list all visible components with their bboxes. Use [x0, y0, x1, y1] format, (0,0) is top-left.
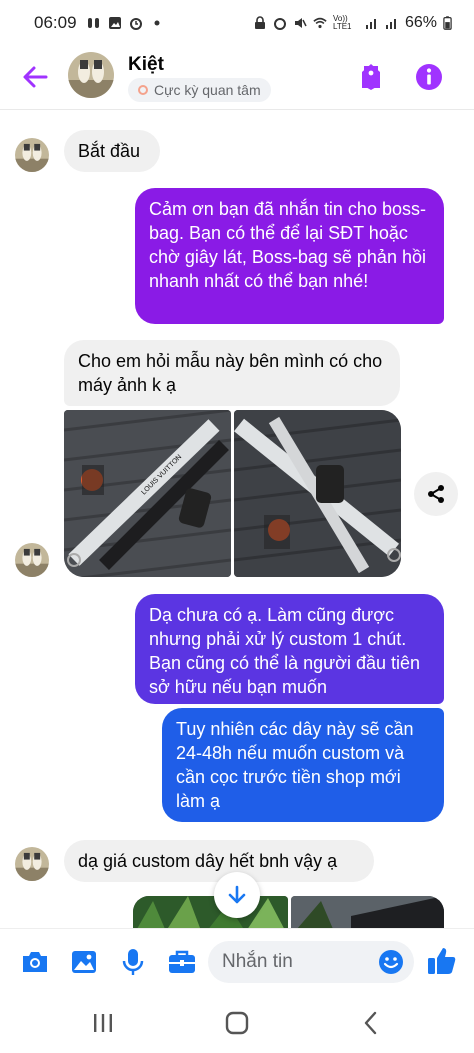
- lock-icon: [254, 16, 265, 29]
- network-label: Vo)) LTE1: [332, 14, 352, 31]
- emoji-icon[interactable]: [378, 949, 404, 975]
- dot-icon: [154, 20, 160, 26]
- message-outgoing[interactable]: Dạ chưa có ạ. Làm cũng được nhưng phải x…: [135, 594, 444, 704]
- attached-photo[interactable]: LOUIS VUITTON: [64, 410, 231, 577]
- status-time: 06:09: [34, 13, 77, 32]
- share-button[interactable]: [414, 472, 458, 516]
- contact-avatar-small[interactable]: [15, 543, 49, 577]
- message-incoming[interactable]: Bắt đầu: [64, 130, 160, 172]
- briefcase-icon[interactable]: [167, 947, 197, 977]
- gallery-notification-icon: [108, 17, 121, 29]
- wifi-icon: [313, 17, 327, 29]
- signal-2-icon: [385, 19, 396, 29]
- arrow-down-icon: [228, 885, 246, 904]
- battery-icon: [443, 16, 452, 30]
- message-input-placeholder: Nhắn tin: [222, 951, 293, 972]
- scroll-to-bottom-button[interactable]: [214, 872, 260, 918]
- contact-name: Kiệt: [128, 54, 164, 75]
- contact-avatar-small[interactable]: [15, 138, 49, 172]
- notification-icon: [87, 18, 99, 28]
- attached-photo[interactable]: [234, 410, 401, 577]
- thumbs-up-icon[interactable]: [426, 945, 458, 977]
- recent-apps-icon[interactable]: [90, 1010, 116, 1036]
- info-icon[interactable]: [414, 62, 444, 92]
- arrow-left-icon[interactable]: [20, 62, 50, 92]
- message-incoming[interactable]: Cho em hỏi mẫu này bên mình có cho máy ả…: [64, 340, 400, 406]
- label-dot-icon: [138, 85, 148, 95]
- alarm-clock-icon: [273, 18, 286, 30]
- alarm-icon: [129, 18, 142, 30]
- chat-header: Kiệt Cực kỳ quan tâm: [0, 46, 474, 110]
- message-outgoing[interactable]: Tuy nhiên các dây này sẽ cần 24-48h nếu …: [162, 708, 444, 822]
- contact-avatar[interactable]: [68, 52, 114, 98]
- microphone-icon[interactable]: [118, 947, 148, 977]
- message-outgoing[interactable]: Cảm ơn bạn đã nhắn tin cho boss-bag. Bạn…: [135, 188, 444, 324]
- home-icon[interactable]: [224, 1010, 250, 1036]
- message-composer: Nhắn tin: [0, 928, 474, 994]
- contact-avatar-small[interactable]: [15, 847, 49, 881]
- battery-level: 66%: [404, 14, 437, 31]
- message-input[interactable]: Nhắn tin: [208, 941, 414, 983]
- message-incoming[interactable]: dạ giá custom dây hết bnh vậy ạ: [64, 840, 374, 882]
- mute-icon: [294, 18, 307, 28]
- tag-icon[interactable]: [356, 62, 386, 92]
- contact-label-text: Cực kỳ quan tâm: [154, 82, 261, 98]
- system-nav-bar: [0, 994, 474, 1053]
- camera-icon[interactable]: [20, 947, 50, 977]
- image-icon[interactable]: [69, 947, 99, 977]
- contact-label-chip[interactable]: Cực kỳ quan tâm: [128, 78, 271, 102]
- status-bar: 06:09 Vo)) LTE1 66%: [0, 0, 474, 46]
- back-nav-icon[interactable]: [358, 1010, 384, 1036]
- share-icon: [428, 485, 444, 503]
- signal-icon: [365, 19, 376, 29]
